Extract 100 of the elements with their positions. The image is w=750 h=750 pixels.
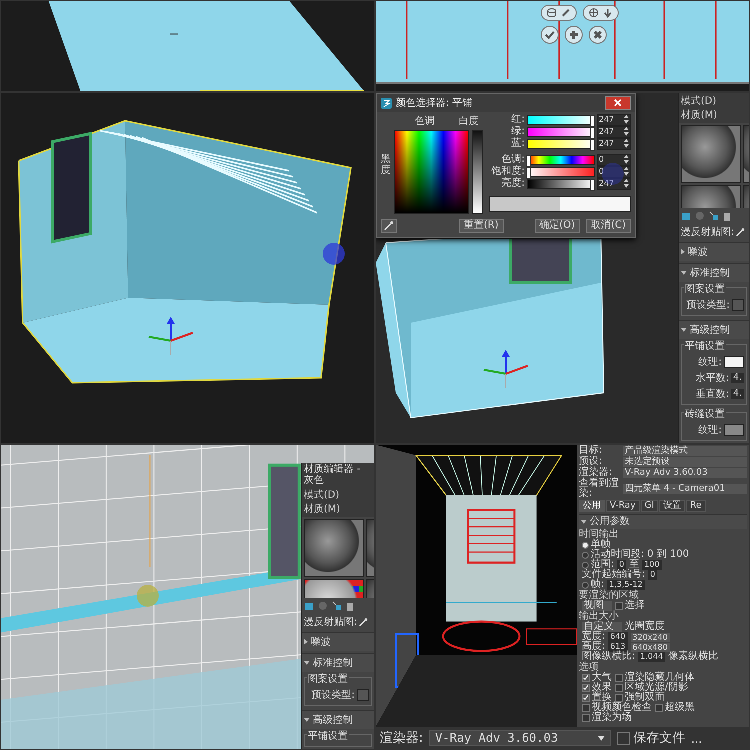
- slider-label: 绿:: [510, 126, 525, 137]
- checkbox[interactable]: 渲染隐藏几何体: [615, 673, 695, 683]
- field-label: 目标:: [579, 446, 604, 456]
- value-field[interactable]: 产品级渲染模式: [623, 446, 747, 456]
- group-title: 砖缝设置: [684, 407, 726, 421]
- group-title: 要渲染的区域: [579, 591, 639, 601]
- radio-button[interactable]: 单帧: [582, 540, 611, 550]
- checkbox[interactable]: 效果: [582, 683, 612, 693]
- value-field[interactable]: V-Ray Adv 3.60.03: [623, 468, 747, 478]
- more-button[interactable]: ...: [691, 730, 702, 746]
- panel-title: 材质编辑器 - 灰色: [304, 464, 361, 486]
- ok-button[interactable]: 确定(O): [534, 219, 580, 233]
- label: 文件起始编号:: [582, 570, 646, 580]
- field-label: 垂直数:: [696, 388, 730, 401]
- label: 宽度:: [582, 632, 606, 642]
- slider-label: 色调:: [500, 154, 525, 165]
- menu-item[interactable]: 模式(D): [681, 94, 717, 108]
- value-field[interactable]: 四元菜单 4 - Camera01: [623, 484, 747, 494]
- number-field[interactable]: 613: [608, 642, 628, 652]
- rollout-header[interactable]: 公用参数: [579, 514, 747, 529]
- tab[interactable]: V-Ray: [606, 500, 640, 512]
- label: 0 到 100: [647, 550, 690, 560]
- slider-label: 蓝:: [510, 138, 525, 149]
- whiteness-heading: 白度: [459, 114, 479, 128]
- group-title: 平铺设置: [684, 339, 726, 353]
- rollout-header[interactable]: 噪波: [679, 242, 749, 261]
- reset-button[interactable]: 重置(R): [459, 219, 504, 233]
- number-field[interactable]: 1.044: [638, 652, 666, 662]
- dropdown[interactable]: 视图: [582, 601, 612, 611]
- group-title: 选项: [579, 663, 599, 673]
- number-field[interactable]: 1,3,5-12: [607, 580, 645, 590]
- field-label: 查看到渲染:: [579, 479, 620, 499]
- number-field[interactable]: 640: [608, 632, 628, 642]
- number-field[interactable]: 4.: [731, 389, 744, 399]
- checkbox[interactable]: 选择: [615, 601, 645, 611]
- preset-button[interactable]: 640x480: [630, 642, 670, 652]
- field-label: 渲染器:: [579, 468, 612, 478]
- number-field[interactable]: 100: [642, 560, 662, 570]
- checkbox[interactable]: 超级黑: [655, 703, 695, 713]
- group-title: 图案设置: [684, 282, 726, 296]
- radio-button[interactable]: 范围:: [582, 560, 614, 570]
- rollout-header[interactable]: 标准控制: [302, 653, 374, 672]
- cancel-button[interactable]: 取消(C): [586, 219, 631, 233]
- value-field[interactable]: 未选定预设: [623, 457, 747, 467]
- label: 图像纵横比:: [582, 652, 636, 662]
- label: 至: [629, 560, 640, 570]
- radio-button[interactable]: 帧:: [582, 580, 604, 590]
- tab[interactable]: Re: [686, 500, 706, 512]
- value-spinner[interactable]: 247: [597, 178, 631, 190]
- field-label: 预设类型:: [312, 688, 355, 702]
- group-title: 平铺设置: [307, 729, 349, 743]
- menu-item[interactable]: 模式(D): [304, 488, 340, 502]
- hue-heading: 色调: [415, 115, 435, 128]
- group-title: 图案设置: [307, 672, 349, 686]
- preset-button[interactable]: 320x240: [630, 632, 670, 642]
- tab[interactable]: GI: [640, 500, 658, 512]
- number-field[interactable]: 4.: [731, 373, 744, 383]
- checkbox[interactable]: 置换: [582, 693, 612, 703]
- rollout-header[interactable]: 噪波: [302, 632, 374, 651]
- dropdown[interactable]: 自定义: [582, 622, 622, 632]
- dialog-title: 颜色选择器: 平铺: [396, 96, 474, 110]
- blackness-label: 黑度: [381, 154, 391, 176]
- tab[interactable]: 设置: [659, 500, 686, 512]
- value-spinner[interactable]: 247: [597, 114, 631, 126]
- label: 光圈宽度: [625, 622, 665, 632]
- rollout-header[interactable]: 高级控制: [679, 320, 749, 339]
- field-label: 纹理:: [698, 424, 722, 437]
- checkbox[interactable]: 渲染为场: [582, 713, 632, 723]
- slider-label: 亮度:: [500, 178, 525, 189]
- label: 像素纵横比: [668, 652, 718, 662]
- number-field[interactable]: 0: [648, 570, 658, 580]
- tab[interactable]: 公用: [579, 500, 605, 512]
- checkbox[interactable]: 区域光源/阴影: [615, 683, 688, 693]
- rollout-header[interactable]: 高级控制: [302, 710, 374, 729]
- value-spinner[interactable]: 247: [597, 126, 631, 138]
- map-label: 漫反射贴图:: [304, 616, 358, 629]
- slider-label: 饱和度:: [490, 166, 525, 177]
- label: 高度:: [582, 642, 606, 652]
- number-field[interactable]: 0: [617, 560, 626, 570]
- field-label: 水平数:: [696, 372, 730, 385]
- value-spinner[interactable]: 0: [597, 166, 631, 178]
- renderer-dropdown[interactable]: V-Ray Adv 3.60.03: [429, 730, 612, 746]
- group-title: 时间输出: [579, 530, 620, 540]
- field-label: 预设类型:: [686, 298, 730, 312]
- renderer-label: 渲染器:: [380, 730, 424, 747]
- group-title: 输出大小: [579, 612, 620, 622]
- map-label: 漫反射贴图:: [681, 226, 734, 239]
- checkbox[interactable]: 大气: [582, 673, 612, 683]
- value-spinner[interactable]: 0: [597, 154, 631, 166]
- checkbox[interactable]: 视频颜色检查: [582, 703, 652, 713]
- menu-item[interactable]: 材质(M): [681, 108, 718, 122]
- field-label: 纹理:: [698, 356, 722, 369]
- menu-item[interactable]: 材质(M): [304, 502, 340, 516]
- value-spinner[interactable]: 247: [597, 138, 631, 150]
- checkbox[interactable]: 保存文件: [617, 729, 686, 747]
- radio-button[interactable]: 活动时间段:: [582, 550, 644, 560]
- checkbox[interactable]: 强制双面: [615, 693, 665, 703]
- rollout-header[interactable]: 标准控制: [679, 263, 749, 282]
- slider-label: 红:: [510, 114, 525, 125]
- field-label: 预设:: [579, 457, 604, 467]
